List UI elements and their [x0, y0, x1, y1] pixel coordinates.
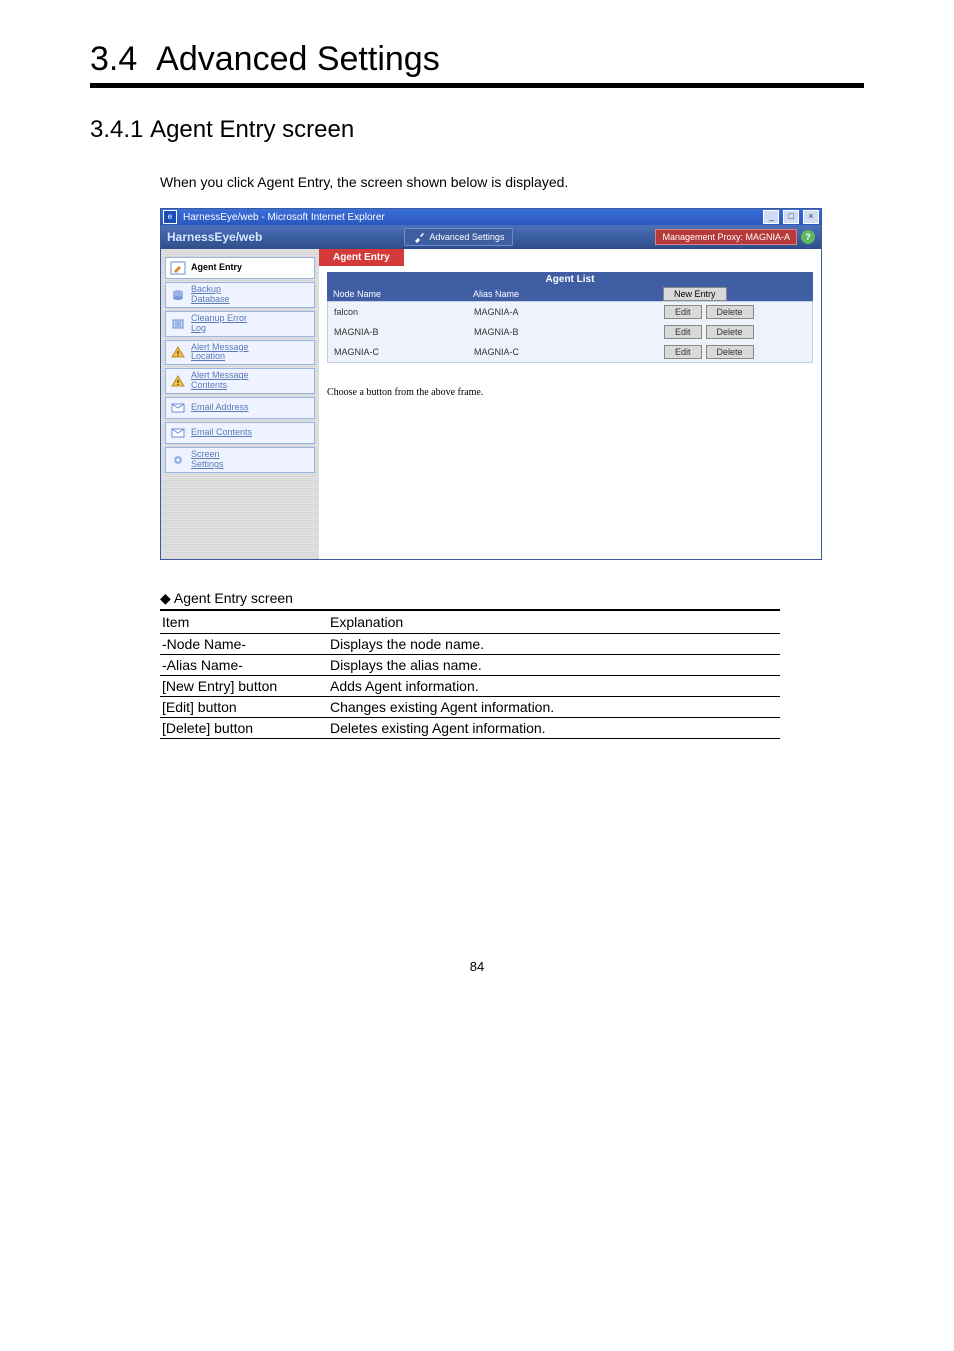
sidebar-item-alert-message-contents[interactable]: Alert Message Contents — [165, 368, 315, 394]
mail-icon — [169, 425, 187, 441]
alert-icon — [169, 373, 187, 389]
explain-item: [Edit] button — [160, 697, 328, 718]
new-entry-button[interactable]: New Entry — [663, 287, 727, 301]
proxy-badge: Management Proxy: MAGNIA-A — [655, 229, 797, 245]
sidebar-item-email-address[interactable]: Email Address — [165, 397, 315, 419]
maximize-icon[interactable]: □ — [783, 210, 799, 224]
explain-text: Changes existing Agent information. — [328, 697, 780, 718]
cell-node: MAGNIA-C — [334, 347, 474, 357]
agent-list: falconMAGNIA-AEditDeleteMAGNIA-BMAGNIA-B… — [327, 301, 813, 363]
explain-head-item: Item — [160, 610, 328, 634]
proxy-label: Management Proxy: MAGNIA-A — [662, 232, 790, 242]
cell-node: MAGNIA-B — [334, 327, 474, 337]
edit-button[interactable]: Edit — [664, 325, 702, 339]
explain-row: -Node Name-Displays the node name. — [160, 634, 780, 655]
explain-item: [Delete] button — [160, 718, 328, 739]
explain-title: ◆ Agent Entry screen — [160, 590, 864, 607]
logo-main: HarnessEye — [167, 230, 236, 244]
explain-row: [Edit] buttonChanges existing Agent info… — [160, 697, 780, 718]
delete-button[interactable]: Delete — [706, 305, 754, 319]
cell-actions: Edit Delete — [664, 345, 806, 359]
explain-row: [New Entry] buttonAdds Agent information… — [160, 676, 780, 697]
main-panel: Agent Entry Agent List Node Name Alias N… — [319, 249, 821, 559]
sidebar-item-alert-message-location[interactable]: Alert Message Location — [165, 340, 315, 366]
section-title: Advanced Settings — [156, 40, 440, 78]
gear-icon — [169, 452, 187, 468]
cell-node: falcon — [334, 307, 474, 317]
breadcrumb[interactable]: Advanced Settings — [404, 228, 513, 246]
section-number: 3.4 — [90, 40, 137, 78]
sidebar-item-label: Alert Message Location — [191, 343, 249, 363]
delete-button[interactable]: Delete — [706, 345, 754, 359]
col-alias-header: Alias Name — [467, 287, 657, 301]
db-icon — [169, 287, 187, 303]
explain-head-expl: Explanation — [328, 610, 780, 634]
cell-alias: MAGNIA-C — [474, 347, 664, 357]
app-window: e HarnessEye/web - Microsoft Internet Ex… — [160, 208, 822, 560]
list-title: Agent List — [327, 272, 813, 287]
explain-text: Displays the node name. — [328, 634, 780, 655]
alert-icon — [169, 344, 187, 360]
cell-actions: Edit Delete — [664, 325, 806, 339]
explain-row: [Delete] buttonDeletes existing Agent in… — [160, 718, 780, 739]
edit-button[interactable]: Edit — [664, 345, 702, 359]
delete-button[interactable]: Delete — [706, 325, 754, 339]
sidebar-item-screen-settings[interactable]: Screen Settings — [165, 447, 315, 473]
tools-icon — [413, 231, 425, 243]
explain-item: -Node Name- — [160, 634, 328, 655]
help-icon: ? — [805, 232, 811, 242]
sidebar-item-label: Agent Entry — [191, 263, 242, 273]
hint-text: Choose a button from the above frame. — [327, 387, 813, 398]
section-rule — [90, 83, 864, 88]
ie-icon: e — [163, 210, 177, 224]
mail-icon — [169, 400, 187, 416]
intro-text: When you click Agent Entry, the screen s… — [160, 174, 864, 190]
close-icon[interactable]: × — [803, 210, 819, 224]
subsection-title: Agent Entry screen — [150, 116, 354, 143]
pencil-icon — [169, 260, 187, 276]
table-row: MAGNIA-BMAGNIA-BEditDelete — [328, 322, 812, 342]
window-controls: _ □ × — [762, 210, 819, 224]
minimize-icon[interactable]: _ — [763, 210, 779, 224]
sidebar-item-backup-database[interactable]: Backup Database — [165, 282, 315, 308]
sidebar-item-agent-entry[interactable]: Agent Entry — [165, 257, 315, 279]
explain-text: Deletes existing Agent information. — [328, 718, 780, 739]
sidebar-item-label: Alert Message Contents — [191, 371, 249, 391]
app-header: HarnessEye/web Advanced Settings Managem… — [161, 225, 821, 249]
explain-table: Item Explanation -Node Name-Displays the… — [160, 609, 780, 739]
edit-button[interactable]: Edit — [664, 305, 702, 319]
explain-item: -Alias Name- — [160, 655, 328, 676]
section-heading: 3.4 Advanced Settings — [90, 40, 864, 79]
panel-tab: Agent Entry — [319, 249, 404, 266]
broom-icon — [169, 316, 187, 332]
logo-sub: /web — [236, 230, 263, 244]
window-title: HarnessEye/web - Microsoft Internet Expl… — [183, 212, 385, 223]
sidebar-item-label: Screen Settings — [191, 450, 224, 470]
sidebar-item-label: Backup Database — [191, 285, 230, 305]
help-button[interactable]: ? — [801, 230, 815, 244]
table-row: falconMAGNIA-AEdit Delete — [328, 302, 812, 322]
sidebar-item-label: Email Contents — [191, 428, 252, 438]
cell-actions: Edit Delete — [664, 305, 806, 319]
subsection-heading: 3.4.1 Agent Entry screen — [90, 116, 864, 144]
table-row: MAGNIA-CMAGNIA-CEditDelete — [328, 342, 812, 362]
explain-text: Adds Agent information. — [328, 676, 780, 697]
sidebar: Agent Entry Backup Database Cleanup Error … — [161, 249, 319, 559]
page-number: 84 — [90, 959, 864, 974]
sidebar-item-label: Cleanup Error Log — [191, 314, 247, 334]
sidebar-item-cleanup-error-log[interactable]: Cleanup Error Log — [165, 311, 315, 337]
cell-alias: MAGNIA-A — [474, 307, 664, 317]
col-node-header: Node Name — [327, 287, 467, 301]
cell-alias: MAGNIA-B — [474, 327, 664, 337]
sidebar-item-label: Email Address — [191, 403, 249, 413]
window-titlebar: e HarnessEye/web - Microsoft Internet Ex… — [161, 209, 821, 225]
explain-text: Displays the alias name. — [328, 655, 780, 676]
explain-row: -Alias Name-Displays the alias name. — [160, 655, 780, 676]
breadcrumb-label: Advanced Settings — [429, 232, 504, 242]
sidebar-item-email-contents[interactable]: Email Contents — [165, 422, 315, 444]
explain-item: [New Entry] button — [160, 676, 328, 697]
subsection-number: 3.4.1 — [90, 116, 143, 143]
app-logo: HarnessEye/web — [167, 230, 262, 244]
